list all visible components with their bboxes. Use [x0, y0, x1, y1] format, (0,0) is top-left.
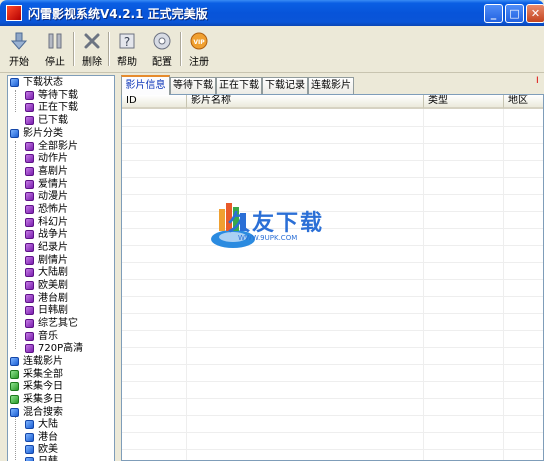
arrow-right-icon — [25, 91, 34, 100]
svg-text:?: ? — [124, 35, 130, 49]
column-header-region[interactable]: 地区 — [504, 95, 543, 109]
grid-row-line — [122, 330, 543, 331]
app-window: 闪雷影视系统V4.2.1 正式完美版 _ □ ✕ 开始 停止 删除 ? 帮助 配… — [0, 0, 544, 461]
grid-row-line — [122, 177, 543, 178]
collect-icon — [10, 370, 19, 379]
app-logo-icon — [6, 5, 22, 21]
folder-icon — [10, 78, 19, 87]
status-mark: I — [536, 76, 539, 86]
grid-row-line — [122, 347, 543, 348]
arrow-right-icon — [25, 306, 34, 315]
arrow-right-icon — [25, 420, 34, 429]
arrow-right-icon — [25, 167, 34, 176]
grid-row-line — [122, 415, 543, 416]
arrow-right-icon — [25, 154, 34, 163]
grid-row-line — [122, 279, 543, 280]
pause-icon — [48, 33, 62, 49]
arrow-right-icon — [25, 294, 34, 303]
grid-row-line — [122, 364, 543, 365]
download-arrow-icon — [10, 32, 28, 50]
tree-guide — [15, 141, 16, 349]
arrow-right-icon — [25, 281, 34, 290]
arrow-right-icon — [25, 230, 34, 239]
arrow-right-icon — [25, 243, 34, 252]
help-button[interactable]: ? 帮助 — [110, 30, 144, 68]
tab-movie-info[interactable]: 影片信息 — [121, 75, 170, 95]
close-button[interactable]: ✕ — [526, 4, 544, 23]
grid-row-line — [122, 313, 543, 314]
title-bar[interactable]: 闪雷影视系统V4.2.1 正式完美版 _ □ ✕ — [0, 0, 544, 26]
grid-row-line — [122, 262, 543, 263]
arrow-right-icon — [25, 192, 34, 201]
arrow-right-icon — [25, 180, 34, 189]
arrow-right-icon — [25, 103, 34, 112]
arrow-right-icon — [25, 205, 34, 214]
window-title: 闪雷影视系统V4.2.1 正式完美版 — [28, 7, 208, 21]
tree-guide — [15, 416, 16, 461]
arrow-right-icon — [25, 319, 34, 328]
arrow-right-icon — [25, 142, 34, 151]
grid-line — [186, 109, 187, 460]
tab-series[interactable]: 连载影片 — [308, 77, 354, 94]
help-icon: ? — [119, 33, 135, 49]
arrow-right-icon — [25, 445, 34, 454]
tab-downloading[interactable]: 正在下载 — [216, 77, 262, 94]
collect-icon — [10, 395, 19, 404]
maximize-button[interactable]: □ — [505, 4, 524, 23]
category-tree[interactable]: 下载状态 等待下载 正在下载 已下载 影片分类 全部影片 动作片 喜剧片 爱情片… — [7, 75, 115, 461]
arrow-right-icon — [25, 433, 34, 442]
arrow-right-icon — [25, 256, 34, 265]
stop-button[interactable]: 停止 — [38, 30, 72, 68]
settings-disc-icon — [153, 32, 171, 50]
arrow-right-icon — [25, 344, 34, 353]
vip-badge-text: VIP — [193, 39, 205, 46]
folder-icon — [10, 408, 19, 417]
collect-icon — [10, 382, 19, 391]
grid-line — [503, 109, 504, 460]
folder-icon — [10, 129, 19, 138]
arrow-right-icon — [25, 332, 34, 341]
tab-download-log[interactable]: 下载记录 — [262, 77, 308, 94]
grid-row-line — [122, 160, 543, 161]
grid-row-line — [122, 126, 543, 127]
grid-row-line — [122, 449, 543, 450]
folder-icon — [10, 357, 19, 366]
grid-row-line — [122, 381, 543, 382]
arrow-right-icon — [25, 457, 34, 461]
arrow-right-icon — [25, 116, 34, 125]
grid-line — [423, 109, 424, 460]
tree-guide — [15, 90, 16, 112]
movie-list[interactable]: ID 影片名称 类型 地区 — [121, 94, 544, 461]
grid-row-line — [122, 398, 543, 399]
grid-row-line — [122, 432, 543, 433]
column-header-type[interactable]: 类型 — [424, 95, 504, 109]
minimize-button[interactable]: _ — [484, 4, 503, 23]
column-header-name[interactable]: 影片名称 — [187, 95, 424, 109]
register-badge-icon: VIP — [190, 32, 208, 50]
watermark-url: WWW.9UPK.COM — [238, 234, 298, 242]
toolbar: 开始 停止 删除 ? 帮助 配置 VIP 注册 I — [0, 26, 544, 86]
delete-x-icon — [84, 33, 100, 49]
config-button[interactable]: 配置 — [145, 30, 179, 68]
register-button[interactable]: VIP 注册 — [182, 30, 216, 68]
start-button[interactable]: 开始 — [2, 30, 36, 68]
tab-waiting[interactable]: 等待下载 — [170, 77, 216, 94]
grid-row-line — [122, 143, 543, 144]
delete-button[interactable]: 删除 — [75, 30, 109, 68]
arrow-right-icon — [25, 218, 34, 227]
watermark-text: 久友下载 — [228, 211, 325, 236]
grid-row-line — [122, 296, 543, 297]
column-header-id[interactable]: ID — [122, 95, 187, 109]
arrow-right-icon — [25, 268, 34, 277]
